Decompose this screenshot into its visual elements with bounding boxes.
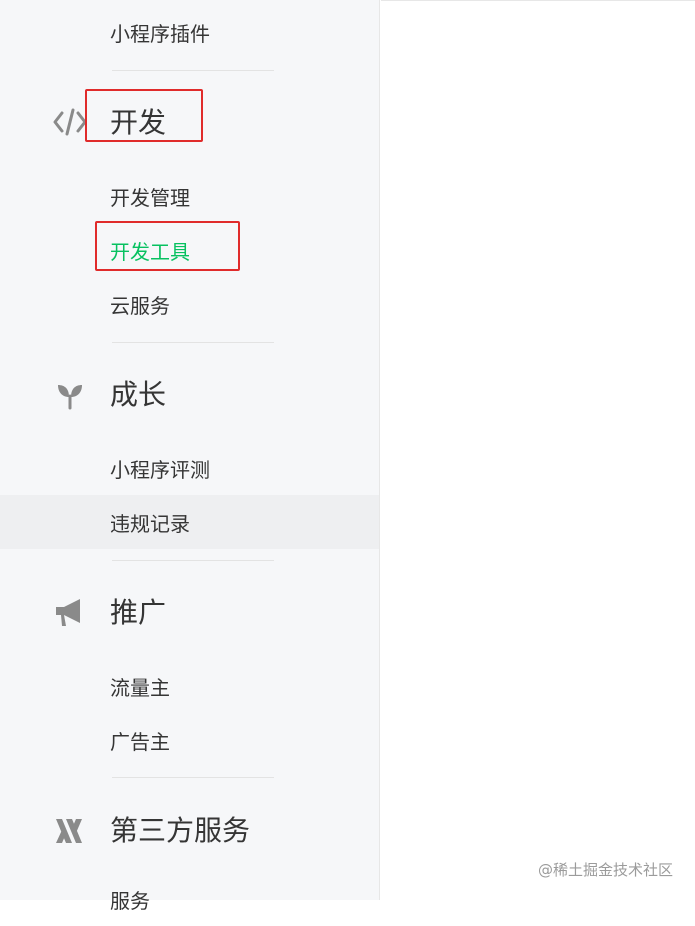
sidebar-item-evaluation[interactable]: 小程序评测 — [0, 441, 379, 495]
group-title-third-party: 第三方服务 — [110, 814, 251, 847]
sidebar-item-label: 云服务 — [110, 293, 170, 318]
watermark: @稀土掘金技术社区 — [537, 861, 673, 879]
sidebar-item-label: 服务 — [110, 888, 150, 913]
divider — [112, 70, 274, 71]
sidebar-item-label: 流量主 — [110, 675, 170, 700]
highlight-box-develop — [85, 89, 203, 142]
sidebar-item-label: 小程序评测 — [110, 457, 210, 482]
divider — [112, 777, 274, 778]
sidebar-item-plugins[interactable]: 小程序插件 — [0, 5, 379, 59]
main-content — [381, 0, 695, 900]
sidebar-item-traffic-owner[interactable]: 流量主 — [0, 659, 379, 713]
sidebar-item-cloud-service[interactable]: 云服务 — [0, 277, 379, 331]
sidebar-item-label: 广告主 — [110, 729, 170, 754]
group-title-promotion: 推广 — [110, 596, 167, 629]
third-party-icon — [52, 813, 88, 849]
highlight-box-dev-tools — [95, 221, 240, 271]
sidebar-item-label: 小程序插件 — [110, 21, 210, 46]
divider — [112, 342, 274, 343]
sidebar-item-service[interactable]: 服务 — [0, 872, 379, 926]
sprout-icon — [52, 377, 88, 413]
sidebar-item-violation-records[interactable]: 违规记录 — [0, 495, 379, 549]
sidebar-item-dev-management[interactable]: 开发管理 — [0, 169, 379, 223]
code-icon — [52, 104, 88, 140]
group-title-growth: 成长 — [110, 378, 167, 411]
sidebar-item-label: 违规记录 — [110, 511, 190, 536]
sidebar-item-advertiser[interactable]: 广告主 — [0, 713, 379, 767]
divider — [112, 560, 274, 561]
megaphone-icon — [52, 595, 88, 631]
sidebar-item-label: 开发管理 — [110, 185, 190, 210]
